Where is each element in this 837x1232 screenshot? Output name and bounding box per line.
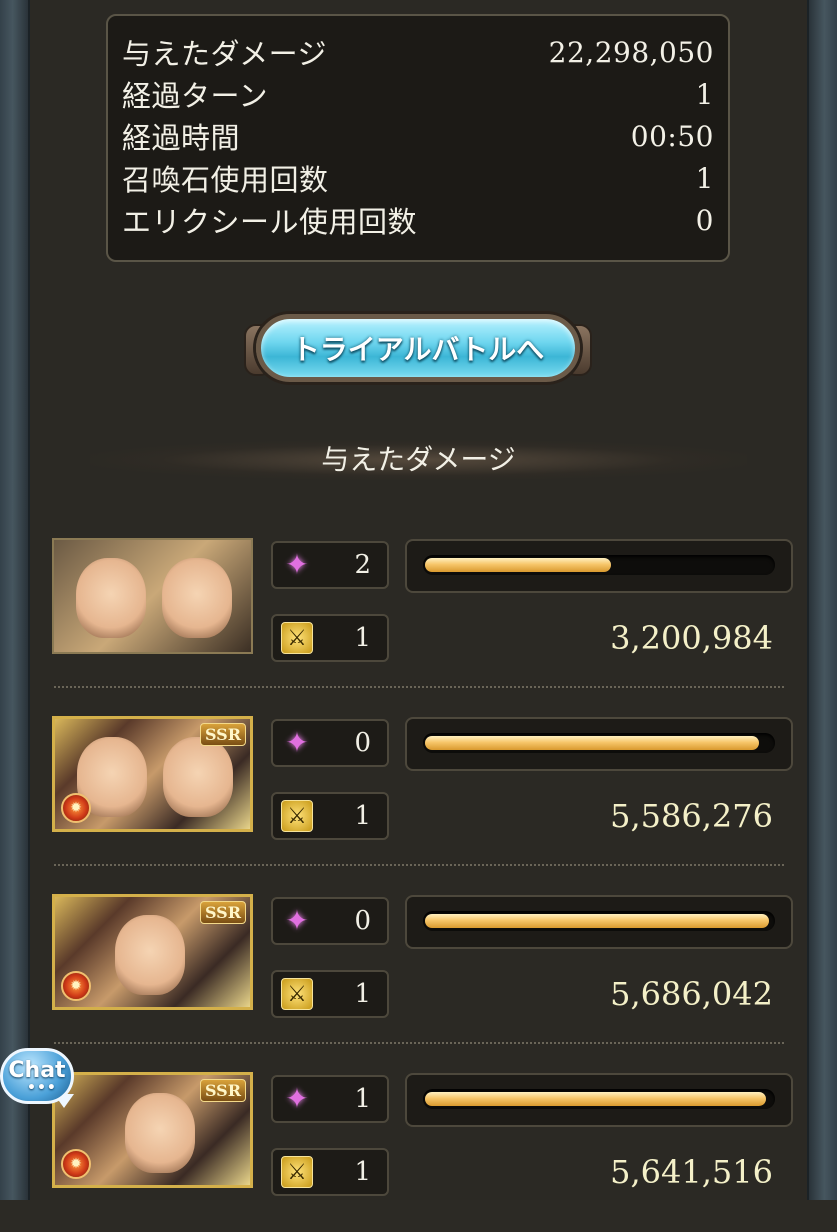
crossed-swords-icon: ⚔ [281, 1156, 313, 1188]
summary-row-time: 経過時間 00:50 [122, 116, 714, 156]
character-portrait[interactable]: SSR ✹ [52, 894, 253, 1010]
summary-row-damage: 与えたダメージ 22,298,050 [122, 32, 714, 72]
portrait-face [76, 558, 146, 638]
portrait-face [162, 558, 232, 638]
portrait-face [115, 915, 185, 995]
attack-stat: ⚔ 1 [271, 792, 389, 840]
trial-battle-button[interactable]: トライアルバトルへ [256, 314, 580, 382]
damage-bar-fill [425, 1092, 766, 1106]
summary-value: 0 [695, 203, 714, 237]
damage-bar-fill [425, 914, 770, 928]
ssr-badge: SSR [199, 1079, 246, 1102]
summary-label: 経過ターン [122, 79, 269, 113]
damage-bar [405, 539, 793, 593]
attack-stat: ⚔ 1 [271, 970, 389, 1018]
charge-stat: ✦ 0 [271, 719, 389, 767]
section-title: 与えたダメージ [321, 443, 516, 476]
row-divider [54, 686, 784, 688]
summary-label: 与えたダメージ [122, 37, 328, 71]
portrait-face [125, 1093, 195, 1173]
attack-stat: ⚔ 1 [271, 1148, 389, 1196]
ssr-badge: SSR [199, 723, 246, 746]
summary-label: エリクシール使用回数 [122, 205, 418, 239]
damage-value: 5,586,276 [610, 797, 773, 835]
purple-spark-icon: ✦ [285, 1082, 309, 1115]
character-row: ✦ 2 ⚔ 1 3,200,984 [0, 538, 837, 698]
damage-bar-fill [425, 558, 612, 572]
summary-row-summons: 召喚石使用回数 1 [122, 158, 714, 198]
summary-label: 召喚石使用回数 [122, 163, 329, 197]
damage-bar [405, 717, 793, 771]
charge-count: 0 [354, 906, 371, 936]
charge-count: 0 [354, 728, 371, 758]
row-divider [54, 1042, 784, 1044]
damage-value: 5,686,042 [610, 975, 773, 1013]
damage-bar-track [423, 911, 775, 931]
damage-bar [405, 895, 793, 949]
attack-count: 1 [354, 979, 371, 1009]
crossed-swords-icon: ⚔ [281, 622, 313, 654]
summary-row-elixirs: エリクシール使用回数 0 [122, 200, 714, 240]
summary-label: 経過時間 [122, 121, 241, 155]
damage-bar-fill [425, 736, 759, 750]
trial-battle-button-frame: トライアルバトルへ [244, 302, 592, 394]
attack-count: 1 [354, 801, 371, 831]
character-portrait[interactable]: SSR ✹ [52, 1072, 253, 1188]
fire-element-icon: ✹ [61, 1149, 91, 1179]
chat-dots-icon: ••• [27, 1080, 57, 1096]
character-portrait[interactable] [52, 538, 253, 654]
summary-value: 1 [695, 77, 714, 111]
damage-bar [405, 1073, 793, 1127]
character-row: SSR ✹ ✦ 0 ⚔ 1 5,686,042 [0, 894, 837, 1054]
ssr-badge: SSR [199, 901, 246, 924]
crossed-swords-icon: ⚔ [281, 800, 313, 832]
damage-bar-track [423, 733, 775, 753]
damage-value: 3,200,984 [610, 619, 773, 657]
crossed-swords-icon: ⚔ [281, 978, 313, 1010]
battle-summary-box: 与えたダメージ 22,298,050 経過ターン 1 経過時間 00:50 召喚… [106, 14, 730, 262]
charge-count: 2 [354, 550, 371, 580]
damage-value: 5,641,516 [610, 1153, 773, 1191]
summary-row-turns: 経過ターン 1 [122, 74, 714, 114]
character-row: SSR ✹ ✦ 0 ⚔ 1 5,586,276 [0, 716, 837, 876]
row-divider [54, 864, 784, 866]
attack-count: 1 [354, 1157, 371, 1187]
fire-element-icon: ✹ [61, 793, 91, 823]
purple-spark-icon: ✦ [285, 548, 309, 581]
purple-spark-icon: ✦ [285, 904, 309, 937]
attack-count: 1 [354, 623, 371, 653]
fire-element-icon: ✹ [61, 971, 91, 1001]
attack-stat: ⚔ 1 [271, 614, 389, 662]
summary-value: 00:50 [630, 119, 714, 153]
summary-value: 22,298,050 [548, 35, 714, 69]
charge-stat: ✦ 0 [271, 897, 389, 945]
character-row: SSR ✹ ✦ 1 ⚔ 1 5,641,516 [0, 1072, 837, 1232]
character-portrait[interactable]: SSR ✹ [52, 716, 253, 832]
charge-stat: ✦ 1 [271, 1075, 389, 1123]
damage-bar-track [423, 1089, 775, 1109]
charge-count: 1 [354, 1084, 371, 1114]
purple-spark-icon: ✦ [285, 726, 309, 759]
summary-value: 1 [695, 161, 714, 195]
charge-stat: ✦ 2 [271, 541, 389, 589]
chat-button[interactable]: Chat ••• [0, 1048, 74, 1104]
portrait-face [163, 737, 233, 817]
damage-bar-track [423, 555, 775, 575]
